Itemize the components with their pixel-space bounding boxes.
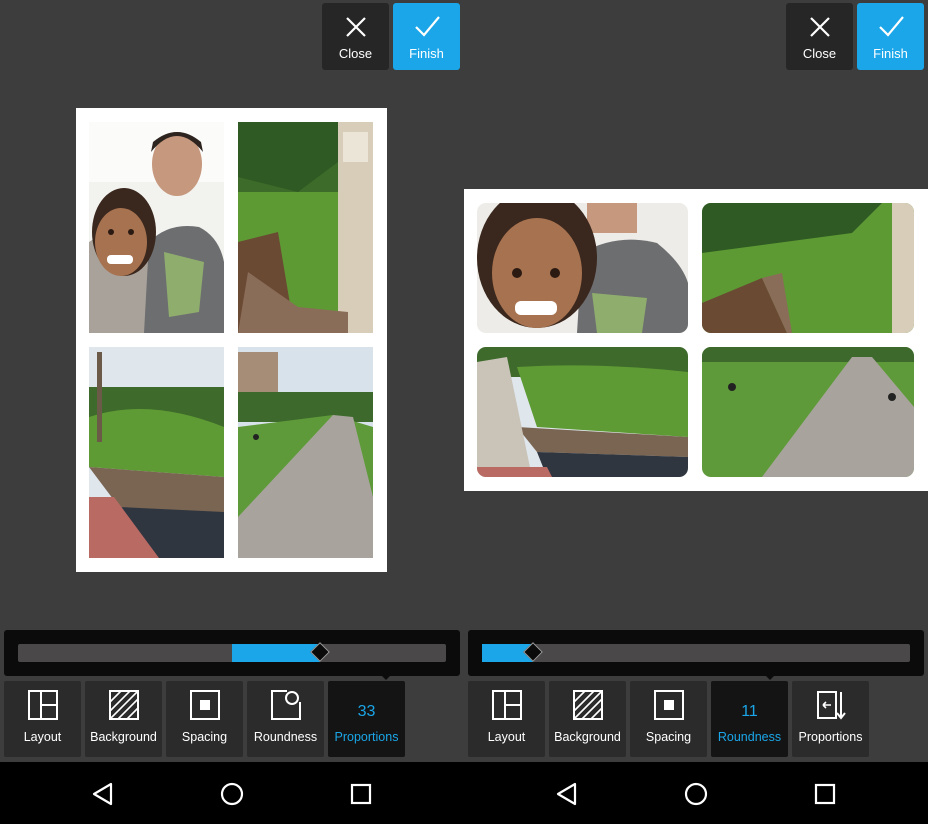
proportions-icon <box>816 691 846 720</box>
tool-label: Proportions <box>798 730 863 744</box>
recents-icon[interactable] <box>347 780 375 808</box>
slider-fill <box>232 644 320 662</box>
tool-spacing[interactable]: Spacing <box>630 681 707 757</box>
tool-label: Background <box>90 730 157 744</box>
photo-stream[interactable] <box>89 347 224 558</box>
proportions-value: 33 <box>357 703 376 720</box>
tool-roundness[interactable]: 11 Roundness <box>711 681 788 757</box>
roundness-icon <box>270 690 301 720</box>
recents-icon[interactable] <box>811 780 839 808</box>
slider-pointer <box>380 674 392 680</box>
finish-label: Finish <box>873 46 908 61</box>
photo-lawn[interactable] <box>702 203 914 333</box>
proportions-slider-track[interactable] <box>18 642 446 662</box>
tool-background[interactable]: Background <box>85 681 162 757</box>
roundness-slider-track[interactable] <box>482 642 910 662</box>
spacing-icon <box>653 690 684 720</box>
close-label: Close <box>802 46 837 61</box>
finish-label: Finish <box>409 46 444 61</box>
back-icon[interactable] <box>89 780 117 808</box>
tool-roundness[interactable]: Roundness <box>247 681 324 757</box>
layout-icon <box>491 690 522 720</box>
finish-button[interactable]: Finish <box>393 3 460 70</box>
tool-label: Background <box>554 730 621 744</box>
home-icon[interactable] <box>218 780 246 808</box>
back-icon[interactable] <box>553 780 581 808</box>
close-icon <box>809 17 830 37</box>
photo-path[interactable] <box>238 347 373 558</box>
tool-label: Proportions <box>334 730 399 744</box>
finish-button[interactable]: Finish <box>857 3 924 70</box>
android-nav-bar <box>0 762 928 824</box>
tool-label: Spacing <box>645 730 692 744</box>
photo-path[interactable] <box>702 347 914 477</box>
home-icon[interactable] <box>682 780 710 808</box>
collage-editor-roundness: Close Finish Layout Background Spacing 1… <box>464 0 928 762</box>
tool-label: Roundness <box>717 730 782 744</box>
slider-pointer <box>764 674 776 680</box>
background-icon <box>108 690 139 720</box>
photo-lawn[interactable] <box>238 122 373 333</box>
background-icon <box>572 690 603 720</box>
roundness-slider-panel <box>468 630 924 676</box>
collage-canvas <box>76 108 387 572</box>
tool-label: Roundness <box>253 730 318 744</box>
roundness-value: 11 <box>741 703 758 720</box>
proportions-slider-panel <box>4 630 460 676</box>
layout-icon <box>27 690 58 720</box>
spacing-icon <box>189 690 220 720</box>
tool-label: Layout <box>23 730 62 744</box>
tool-background[interactable]: Background <box>549 681 626 757</box>
tool-layout[interactable]: Layout <box>468 681 545 757</box>
checkmark-icon <box>878 16 904 37</box>
tool-label: Spacing <box>181 730 228 744</box>
photo-stream[interactable] <box>477 347 688 477</box>
collage-editor-proportions: Close Finish Layout Background Spacing R… <box>0 0 464 762</box>
close-button[interactable]: Close <box>322 3 389 70</box>
tool-proportions[interactable]: 33 Proportions <box>328 681 405 757</box>
tool-spacing[interactable]: Spacing <box>166 681 243 757</box>
collage-canvas <box>464 189 928 491</box>
photo-selfie[interactable] <box>477 203 688 333</box>
photo-selfie[interactable] <box>89 122 224 333</box>
tool-proportions[interactable]: Proportions <box>792 681 869 757</box>
close-icon <box>345 17 366 37</box>
tool-label: Layout <box>487 730 526 744</box>
close-button[interactable]: Close <box>786 3 853 70</box>
tool-layout[interactable]: Layout <box>4 681 81 757</box>
close-label: Close <box>338 46 373 61</box>
checkmark-icon <box>414 16 440 37</box>
